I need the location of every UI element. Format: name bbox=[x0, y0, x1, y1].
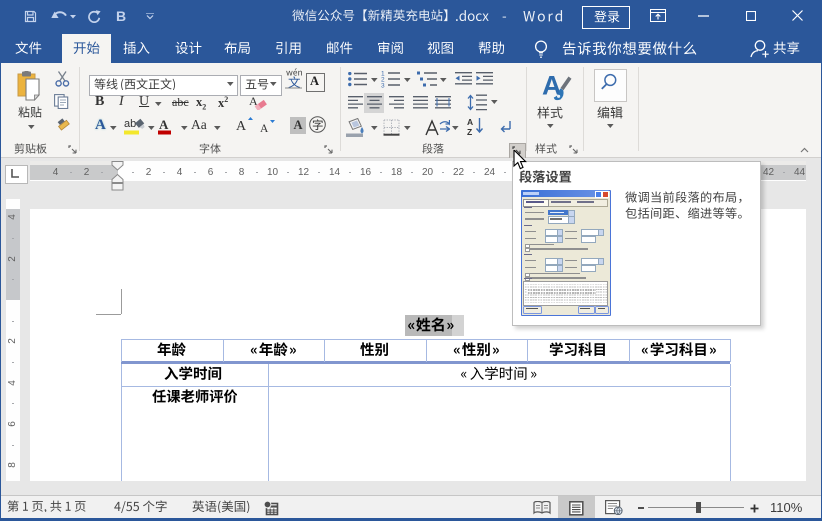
svg-text:ab: ab bbox=[124, 118, 136, 130]
svg-text:A: A bbox=[236, 119, 247, 133]
svg-text:3: 3 bbox=[381, 83, 385, 89]
svg-text:A: A bbox=[159, 117, 169, 132]
svg-text:A: A bbox=[260, 123, 269, 133]
svg-text:A: A bbox=[467, 117, 473, 127]
svg-text:Z: Z bbox=[467, 127, 472, 136]
